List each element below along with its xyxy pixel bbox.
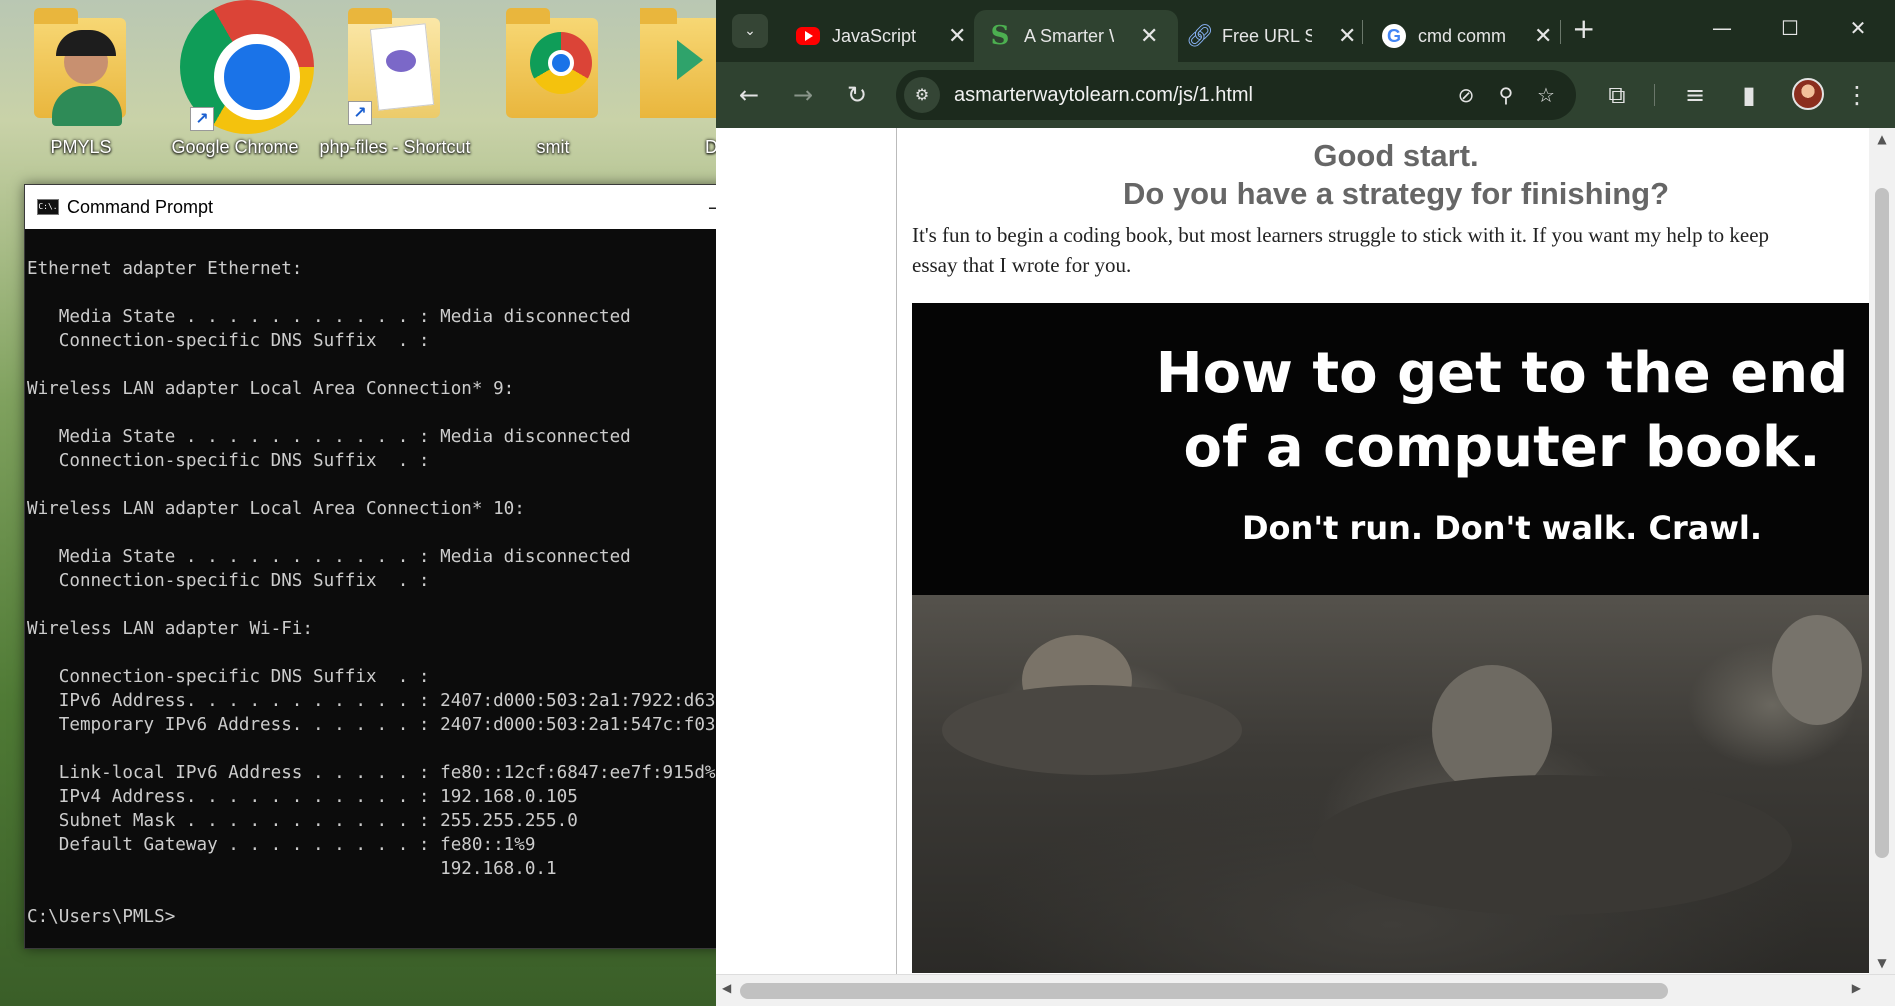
browser-close-button[interactable]: ✕ (1824, 6, 1892, 50)
scroll-right-arrow-icon[interactable]: ▶ (1852, 981, 1861, 995)
browser-maximize-button[interactable]: ☐ (1756, 6, 1824, 50)
tab-search-button[interactable]: ⌄ (732, 14, 768, 48)
new-tab-button[interactable]: + (1572, 12, 1595, 45)
link-icon: 🔗︎ (1186, 23, 1214, 48)
tab-close-icon[interactable]: ✕ (1534, 23, 1552, 49)
scroll-down-arrow-icon[interactable]: ▼ (1869, 956, 1895, 970)
desktop-icon-php-files[interactable]: ↗ php-files - Shortcut (319, 0, 471, 165)
url-text[interactable]: asmarterwaytolearn.com/js/1.html (954, 84, 1446, 107)
scroll-up-arrow-icon[interactable]: ▲ (1869, 132, 1895, 146)
cmd-app-icon: C:\. (37, 199, 59, 215)
page-left-border (896, 128, 897, 974)
page-heading-good-start: Good start. (1313, 138, 1479, 173)
chrome-folder-icon (498, 0, 608, 125)
tab-javascript[interactable]: JavaScript P ✕ (782, 10, 982, 62)
banner-tagline: Don't run. Don't walk. Crawl. (1241, 509, 1762, 547)
tab-close-icon[interactable]: ✕ (1338, 23, 1356, 49)
tab-a-smarter-way[interactable]: S A Smarter W ✕ (974, 10, 1178, 62)
banner-headline-1: How to get to the end (1155, 341, 1849, 406)
browser-minimize-button[interactable]: — (1688, 6, 1756, 50)
page-hscroll-thumb[interactable] (740, 983, 1668, 999)
desktop-icon-label: php-files - Shortcut (319, 137, 471, 157)
desktop-icon-label: PMYLS (50, 137, 112, 157)
tab-title: JavaScript P (832, 25, 922, 46)
tab-close-icon[interactable]: ✕ (948, 23, 966, 49)
intro-line: It's fun to begin a coding book, but mos… (912, 223, 1770, 247)
profile-avatar[interactable] (1792, 78, 1824, 110)
mud-crawling-photo (912, 595, 1872, 973)
page-heading-strategy: Do you have a strategy for finishing? (1122, 176, 1670, 211)
browser-toolbar: ← → ↻ ⚙ asmarterwaytolearn.com/js/1.html… (716, 62, 1895, 128)
banner-headline-2: of a computer book. (1183, 415, 1821, 480)
web-page-content: Good start. Do you have a strategy for f… (716, 128, 1895, 974)
toolbar-divider (1654, 84, 1655, 106)
chrome-menu-icon[interactable]: ⋮ (1840, 78, 1874, 112)
intro-line: essay that I wrote for you. (912, 253, 1132, 277)
desktop-icon-smit[interactable]: smit (478, 0, 628, 165)
crawl-banner-image[interactable]: How to get to the end of a computer book… (912, 303, 1872, 973)
tab-free-url[interactable]: 🔗︎ Free URL Sh ✕ (1172, 10, 1372, 62)
google-icon: G (1382, 24, 1406, 48)
chrome-icon: ↗ (180, 0, 314, 134)
tab-title: A Smarter W (1024, 25, 1114, 46)
page-horizontal-scrollbar[interactable]: ◀ ▶ (716, 974, 1895, 1006)
crawler-figure (1312, 775, 1792, 915)
page-scroll-thumb[interactable] (1875, 188, 1889, 858)
tab-title: cmd comm (1418, 25, 1507, 46)
cmd-window-title: Command Prompt (67, 196, 214, 217)
bookmark-star-icon[interactable]: ☆ (1526, 83, 1566, 107)
page-vertical-scrollbar[interactable]: ▲ ▼ (1869, 128, 1895, 974)
user-folder-icon (26, 0, 136, 126)
forward-button[interactable]: → (786, 78, 820, 112)
tab-strip: ⌄ JavaScript P ✕ S A Smarter W ✕ 🔗︎ Free… (716, 0, 1895, 62)
media-controls-icon[interactable]: ≡ (1678, 78, 1712, 112)
php-folder-icon: ↗ (340, 0, 450, 125)
crawler-figure (1772, 615, 1862, 725)
s-logo-icon: S (990, 21, 1010, 51)
reload-button[interactable]: ↻ (840, 78, 874, 112)
tab-separator (1362, 20, 1363, 44)
desktop-icon-google-chrome[interactable]: ↗ Google Chrome (160, 0, 314, 165)
address-bar[interactable]: ⚙ asmarterwaytolearn.com/js/1.html ⊘ ⚲ ☆ (896, 70, 1576, 120)
desktop-icon-pmyls[interactable]: PMYLS (6, 0, 156, 165)
tab-title: Free URL Sh (1222, 25, 1312, 46)
side-panel-icon[interactable]: ▮ (1732, 78, 1766, 112)
scroll-left-arrow-icon[interactable]: ◀ (722, 981, 731, 995)
zoom-icon[interactable]: ⚲ (1486, 83, 1526, 107)
page-intro-text: It's fun to begin a coding book, but mos… (912, 220, 1895, 280)
crawler-figure (942, 685, 1242, 775)
extensions-icon[interactable]: ⧉ (1600, 78, 1634, 112)
folder-icon (640, 0, 720, 125)
shortcut-arrow-icon: ↗ (190, 107, 214, 131)
back-button[interactable]: ← (732, 78, 766, 112)
desktop-icon-label: Google Chrome (171, 137, 299, 157)
tab-separator (1560, 20, 1561, 44)
site-info-icon[interactable]: ⚙ (904, 77, 940, 113)
shortcut-arrow-icon: ↗ (348, 101, 372, 125)
chrome-browser-window[interactable]: ⌄ JavaScript P ✕ S A Smarter W ✕ 🔗︎ Free… (716, 0, 1895, 1006)
tab-close-icon[interactable]: ✕ (1140, 23, 1158, 49)
camera-blocked-icon[interactable]: ⊘ (1446, 83, 1486, 107)
desktop-icon-label: smit (536, 137, 570, 157)
tab-cmd-commands[interactable]: G cmd comm ✕ (1368, 10, 1568, 62)
youtube-icon (796, 27, 820, 45)
desktop-icon-da[interactable]: Da (640, 0, 720, 165)
